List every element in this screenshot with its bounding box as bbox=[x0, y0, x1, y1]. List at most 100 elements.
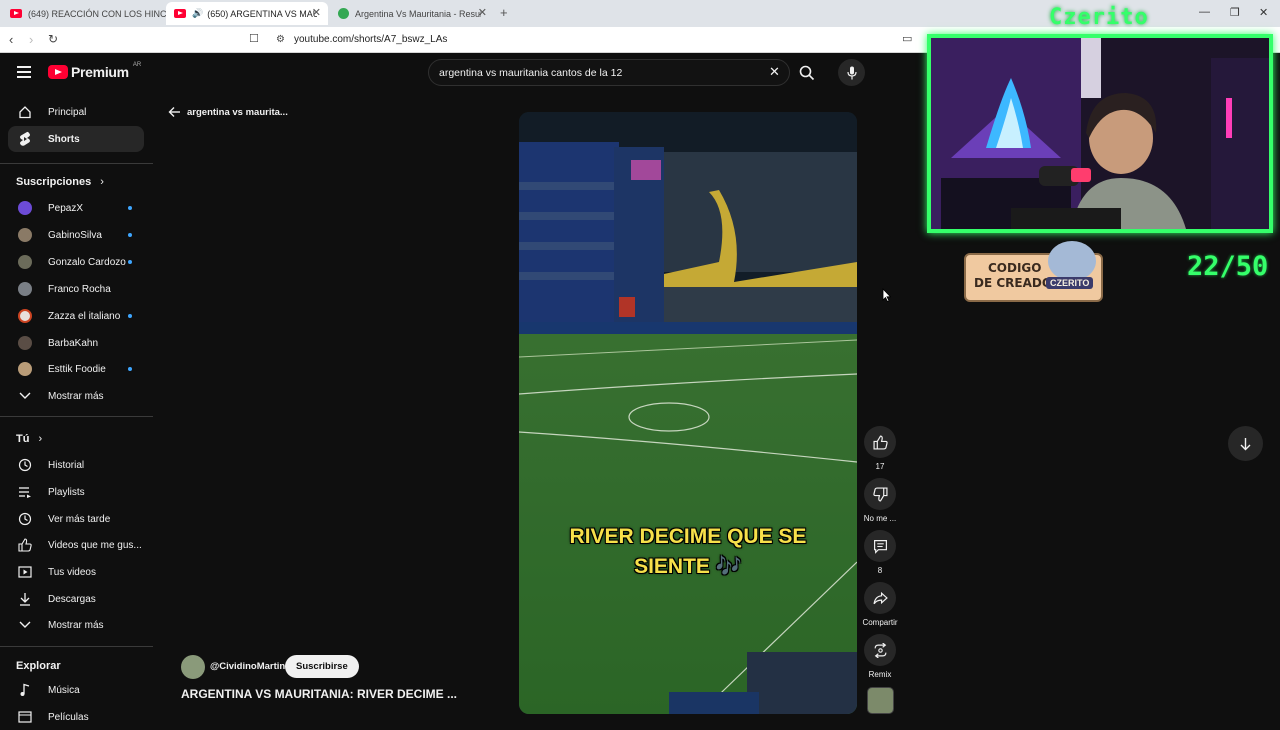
comments-button[interactable] bbox=[864, 530, 896, 562]
restore-icon[interactable]: ❐ bbox=[1230, 6, 1240, 19]
video-caption: RIVER DECIME QUE SE SIENTE 🎶 bbox=[569, 525, 807, 578]
sidebar-item-liked-videos[interactable]: Videos que me gus... bbox=[8, 532, 144, 558]
chevron-down-icon bbox=[10, 383, 40, 409]
reload-icon[interactable]: ↻ bbox=[48, 32, 58, 46]
avatar bbox=[18, 201, 32, 215]
youtube-favicon-icon bbox=[10, 9, 22, 18]
webcam-feed bbox=[931, 38, 1269, 229]
subscription-item[interactable]: Franco Rocha bbox=[8, 276, 144, 302]
divider bbox=[0, 416, 153, 417]
subscription-item[interactable]: Esttik Foodie bbox=[8, 356, 144, 382]
browser-tab[interactable]: (649) REACCIÓN CON LOS HINCHAS bbox=[2, 2, 166, 25]
browser-tab-active[interactable]: 🔊 (650) ARGENTINA VS MAURI ✕ bbox=[166, 2, 328, 25]
stadium-video-frame bbox=[519, 112, 857, 714]
arrow-down-icon bbox=[1240, 437, 1251, 450]
subscription-item[interactable]: BarbaKahn bbox=[8, 330, 144, 356]
sound-thumbnail[interactable] bbox=[867, 687, 894, 714]
short-video-player[interactable]: RIVER DECIME QUE SE SIENTE 🎶 bbox=[519, 112, 857, 714]
speaker-icon: 🔊 bbox=[192, 8, 204, 18]
close-tab-icon[interactable]: ✕ bbox=[312, 6, 321, 19]
remix-button[interactable] bbox=[864, 634, 896, 666]
short-title[interactable]: ARGENTINA VS MAURITANIA: RIVER DECIME ..… bbox=[181, 687, 457, 701]
back-icon[interactable]: ‹ bbox=[9, 32, 13, 47]
forward-icon[interactable]: › bbox=[29, 32, 33, 47]
like-count: 17 bbox=[875, 462, 885, 471]
show-more-subscriptions[interactable]: Mostrar más bbox=[8, 383, 144, 409]
thumbs-up-icon bbox=[872, 434, 888, 450]
comment-count: 8 bbox=[877, 566, 883, 575]
close-tab-icon[interactable]: ✕ bbox=[478, 6, 487, 19]
bookmark-icon[interactable]: ☐ bbox=[249, 32, 259, 45]
avatar bbox=[18, 282, 32, 296]
movies-icon bbox=[10, 704, 40, 730]
chevron-down-icon bbox=[10, 612, 40, 638]
search-box: ✕ bbox=[428, 59, 790, 86]
new-content-dot bbox=[128, 233, 132, 237]
avatar bbox=[18, 362, 32, 376]
next-short-button[interactable] bbox=[1228, 426, 1263, 461]
site-info-icon[interactable]: ⚙ bbox=[276, 34, 285, 45]
microphone-icon bbox=[846, 66, 857, 79]
share-icon bbox=[872, 591, 888, 604]
mouse-cursor-icon bbox=[882, 288, 891, 302]
chevron-right-icon: › bbox=[100, 176, 104, 188]
voice-search-button[interactable] bbox=[838, 59, 865, 86]
history-icon bbox=[10, 452, 40, 478]
subscriptions-heading[interactable]: Suscripciones › bbox=[16, 176, 104, 188]
divider bbox=[0, 163, 153, 164]
search-icon bbox=[799, 65, 815, 80]
you-heading[interactable]: Tú › bbox=[16, 433, 42, 445]
watch-later-icon bbox=[10, 506, 40, 532]
comment-icon bbox=[873, 539, 887, 554]
sidebar-item-shorts[interactable]: Shorts bbox=[8, 126, 144, 152]
new-content-dot bbox=[128, 367, 132, 371]
url-text[interactable]: youtube.com/shorts/A7_bswz_LAs bbox=[294, 34, 447, 45]
sidebar-item-principal[interactable]: Principal bbox=[8, 99, 144, 125]
new-content-dot bbox=[128, 260, 132, 264]
dislike-button[interactable] bbox=[864, 478, 896, 510]
sidebar-item-movies[interactable]: Películas bbox=[8, 704, 144, 730]
divider bbox=[0, 646, 153, 647]
avatar bbox=[18, 255, 32, 269]
music-icon bbox=[10, 677, 40, 703]
like-button[interactable] bbox=[864, 426, 896, 458]
minimize-icon[interactable]: — bbox=[1199, 6, 1210, 18]
sidebar-item-watch-later[interactable]: Ver más tarde bbox=[8, 506, 144, 532]
sidebar-item-history[interactable]: Historial bbox=[8, 452, 144, 478]
avatar bbox=[18, 309, 32, 323]
dislike-label: No me ... bbox=[863, 514, 897, 523]
subscribe-button[interactable]: Suscribirse bbox=[285, 655, 359, 678]
subscription-item[interactable]: Gonzalo Cardozo bbox=[8, 249, 144, 275]
new-content-dot bbox=[128, 206, 132, 210]
chevron-right-icon: › bbox=[38, 433, 43, 445]
your-videos-icon bbox=[10, 559, 40, 585]
creator-badge: CZERITO bbox=[1046, 277, 1094, 289]
avatar bbox=[18, 228, 32, 242]
channel-name[interactable]: @CividinoMartin bbox=[210, 661, 285, 672]
sidebar-item-playlists[interactable]: Playlists bbox=[8, 479, 144, 505]
close-window-icon[interactable]: ✕ bbox=[1259, 6, 1268, 19]
streamer-name: Czerito bbox=[1049, 5, 1149, 30]
search-input[interactable] bbox=[439, 65, 759, 81]
sidebar-item-music[interactable]: Música bbox=[8, 677, 144, 703]
new-tab-icon[interactable]: + bbox=[500, 5, 508, 20]
channel-avatar[interactable] bbox=[181, 655, 205, 679]
clear-search-icon[interactable]: ✕ bbox=[769, 64, 780, 80]
webcam-overlay bbox=[927, 34, 1273, 233]
sidebar-item-your-videos[interactable]: Tus videos bbox=[8, 559, 144, 585]
home-icon bbox=[10, 99, 40, 125]
sidebar-item-downloads[interactable]: Descargas bbox=[8, 586, 144, 612]
subscription-item[interactable]: PepazX bbox=[8, 195, 144, 221]
share-button[interactable] bbox=[864, 582, 896, 614]
subscription-item[interactable]: Zazza el italiano bbox=[8, 303, 144, 329]
show-more-you[interactable]: Mostrar más bbox=[8, 612, 144, 638]
screen-cast-icon[interactable]: ▭ bbox=[902, 32, 912, 45]
search-button[interactable] bbox=[790, 59, 824, 86]
avatar bbox=[18, 336, 32, 350]
sidebar: Principal Shorts Suscripciones › PepazX … bbox=[0, 54, 153, 723]
browser-tab[interactable]: Argentina Vs Mauritania - Resultado ✕ bbox=[330, 2, 494, 25]
mascot-avatar bbox=[1048, 241, 1096, 281]
explore-heading: Explorar bbox=[16, 660, 61, 672]
subscription-item[interactable]: GabinoSilva bbox=[8, 222, 144, 248]
back-to-search-link[interactable]: argentina vs maurita... bbox=[168, 106, 288, 118]
